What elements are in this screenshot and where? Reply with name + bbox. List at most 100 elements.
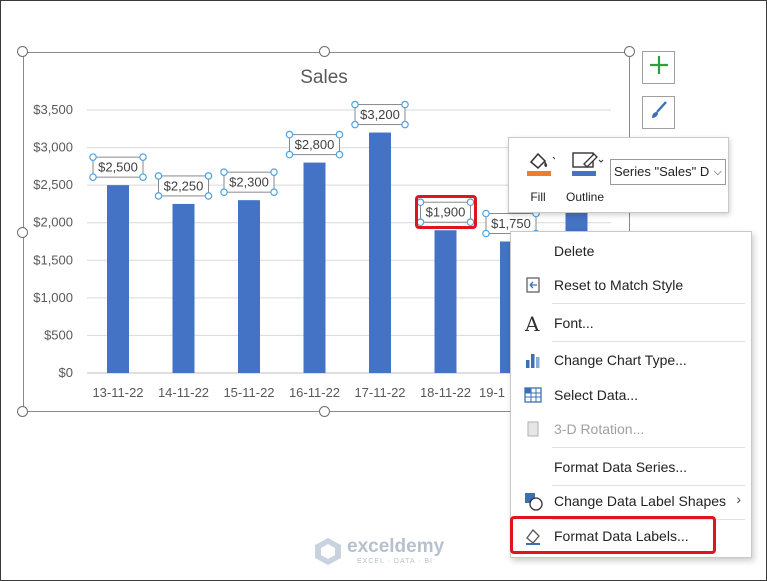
bar-15-11-22[interactable] bbox=[238, 200, 260, 373]
x-tick-label: 17-11-22 bbox=[354, 385, 405, 400]
outline-button[interactable]: Outline bbox=[562, 146, 608, 208]
label-selection-handle[interactable] bbox=[401, 100, 409, 109]
series-select-dropdown[interactable]: Series "Sales" D ⌵ bbox=[610, 159, 726, 185]
data-label-text: $2,250 bbox=[164, 178, 204, 193]
chart-title[interactable]: Sales bbox=[300, 67, 348, 88]
menu-item-label: Font... bbox=[554, 315, 594, 331]
fill-color-swatch bbox=[527, 171, 551, 176]
menu-separator bbox=[552, 447, 745, 448]
label-selection-handle[interactable] bbox=[204, 192, 213, 200]
x-tick-label: 16-11-22 bbox=[289, 385, 340, 400]
plus-icon bbox=[648, 54, 670, 81]
data-label-15-11-22[interactable]: $2,300 bbox=[220, 168, 278, 196]
fill-label: Fill bbox=[530, 190, 546, 204]
menu-separator bbox=[552, 303, 745, 304]
label-selection-handle[interactable] bbox=[204, 172, 213, 180]
outline-color-swatch bbox=[572, 171, 596, 176]
y-tick-label: $500 bbox=[44, 327, 73, 342]
label-selection-handle[interactable] bbox=[220, 168, 228, 176]
y-tick-label: $3,500 bbox=[33, 102, 73, 117]
label-selection-handle[interactable] bbox=[154, 192, 163, 200]
data-label-text: $1,750 bbox=[491, 216, 531, 231]
label-selection-handle[interactable] bbox=[270, 168, 278, 176]
data-label-14-11-22[interactable]: $2,250 bbox=[154, 172, 213, 200]
bar-14-11-22[interactable] bbox=[172, 203, 195, 373]
resize-handle-top-left[interactable] bbox=[17, 46, 28, 57]
chart-type-icon bbox=[523, 350, 543, 370]
resize-handle-top[interactable] bbox=[319, 46, 330, 57]
label-selection-handle[interactable] bbox=[154, 172, 163, 180]
menu-separator bbox=[552, 341, 745, 342]
menu-item-label: Reset to Match Style bbox=[554, 277, 684, 293]
label-selection-handle[interactable] bbox=[220, 188, 228, 196]
screenshot-frame: Sales $0 $500 $1,000 $1,500 $2,000 $2,500 $3,0… bbox=[0, 0, 767, 581]
bar-17-11-22[interactable] bbox=[369, 132, 391, 373]
resize-handle-top-right[interactable] bbox=[624, 46, 635, 57]
menu-item-delete[interactable]: Delete bbox=[511, 236, 751, 266]
resize-handle-left[interactable] bbox=[17, 227, 28, 238]
data-label-text: $2,500 bbox=[98, 160, 138, 175]
label-selection-handle[interactable] bbox=[89, 153, 97, 161]
menu-item-format-data-series[interactable]: Format Data Series... bbox=[511, 452, 751, 482]
menu-item-label: Delete bbox=[554, 243, 595, 259]
reset-style-icon bbox=[523, 275, 543, 295]
label-selection-handle[interactable] bbox=[285, 150, 294, 159]
select-data-icon bbox=[523, 385, 543, 405]
x-tick-label: 14-11-22 bbox=[158, 385, 209, 400]
context-menu: Delete Reset to Match Style A Font... Change… bbox=[510, 231, 752, 558]
svg-text:A: A bbox=[524, 313, 540, 333]
data-label-text: $2,300 bbox=[229, 175, 269, 190]
y-tick-label: $3,000 bbox=[33, 140, 73, 155]
x-tick-label: 15-11-22 bbox=[223, 385, 274, 400]
menu-item-3-d-rotation[interactable]: 3-D Rotation... bbox=[511, 414, 751, 444]
label-selection-handle[interactable] bbox=[335, 150, 344, 159]
delete-icon bbox=[523, 241, 543, 261]
y-tick-label: $1,000 bbox=[33, 290, 73, 305]
label-selection-handle[interactable] bbox=[482, 209, 490, 218]
y-axis-labels: $0 $500 $1,000 $1,500 $2,000 $2,500 $3,000 $3,5… bbox=[33, 102, 73, 380]
label-selection-handle[interactable] bbox=[89, 173, 97, 181]
resize-handle-bottom[interactable] bbox=[319, 406, 330, 417]
menu-item-label: Change Data Label Shapes bbox=[554, 493, 727, 509]
bar-18-11-22[interactable] bbox=[434, 230, 457, 373]
label-selection-handle[interactable] bbox=[351, 120, 359, 129]
menu-item-change-chart-type[interactable]: Change Chart Type... bbox=[511, 345, 751, 375]
font-icon: A bbox=[523, 313, 543, 333]
data-label-16-11-22[interactable]: $2,800 bbox=[285, 130, 344, 159]
label-shapes-icon bbox=[523, 491, 543, 511]
pen-outline-icon bbox=[570, 148, 604, 183]
paint-bucket-icon bbox=[525, 148, 556, 183]
watermark: exceldemy EXCEL · DATA · BI bbox=[313, 534, 473, 570]
outline-label: Outline bbox=[565, 190, 605, 204]
fill-button[interactable]: Fill bbox=[515, 146, 561, 208]
menu-item-select-data[interactable]: Select Data... bbox=[511, 380, 751, 410]
x-axis-labels: 13-11-22 14-11-22 15-11-22 16-11-22 17-11-22… bbox=[92, 385, 505, 400]
watermark-name: exceldemy bbox=[347, 536, 445, 557]
bar-16-11-22[interactable] bbox=[303, 162, 326, 373]
chart-styles-button[interactable] bbox=[642, 96, 675, 129]
label-selection-handle[interactable] bbox=[351, 100, 359, 109]
label-selection-handle[interactable] bbox=[401, 120, 409, 129]
menu-item-change-data-label-shapes[interactable]: Change Data Label Shapes › bbox=[511, 486, 751, 516]
series-select-value: Series "Sales" D bbox=[614, 164, 710, 179]
label-selection-handle[interactable] bbox=[270, 188, 278, 196]
label-selection-handle[interactable] bbox=[335, 130, 344, 139]
data-label-17-11-22[interactable]: $3,200 bbox=[351, 100, 409, 129]
menu-item-label: Format Data Series... bbox=[554, 459, 688, 475]
label-selection-handle[interactable] bbox=[139, 153, 147, 161]
label-selection-handle[interactable] bbox=[482, 229, 490, 238]
bar-13-11-22[interactable] bbox=[107, 185, 129, 373]
brush-icon bbox=[648, 99, 670, 126]
menu-item-label: Select Data... bbox=[554, 387, 639, 403]
exceldemy-logo-icon bbox=[315, 538, 341, 565]
chart-elements-button[interactable] bbox=[642, 51, 675, 84]
label-selection-handle[interactable] bbox=[285, 130, 294, 139]
menu-item-label: Change Chart Type... bbox=[554, 352, 687, 368]
menu-item-reset-to-match-style[interactable]: Reset to Match Style bbox=[511, 270, 751, 300]
menu-item-font[interactable]: A Font... bbox=[511, 308, 751, 338]
label-selection-handle[interactable] bbox=[139, 173, 147, 181]
data-label-13-11-22[interactable]: $2,500 bbox=[89, 153, 147, 181]
data-label-text: $2,800 bbox=[295, 137, 335, 152]
resize-handle-bottom-left[interactable] bbox=[17, 406, 28, 417]
x-tick-label: 13-11-22 bbox=[92, 385, 143, 400]
